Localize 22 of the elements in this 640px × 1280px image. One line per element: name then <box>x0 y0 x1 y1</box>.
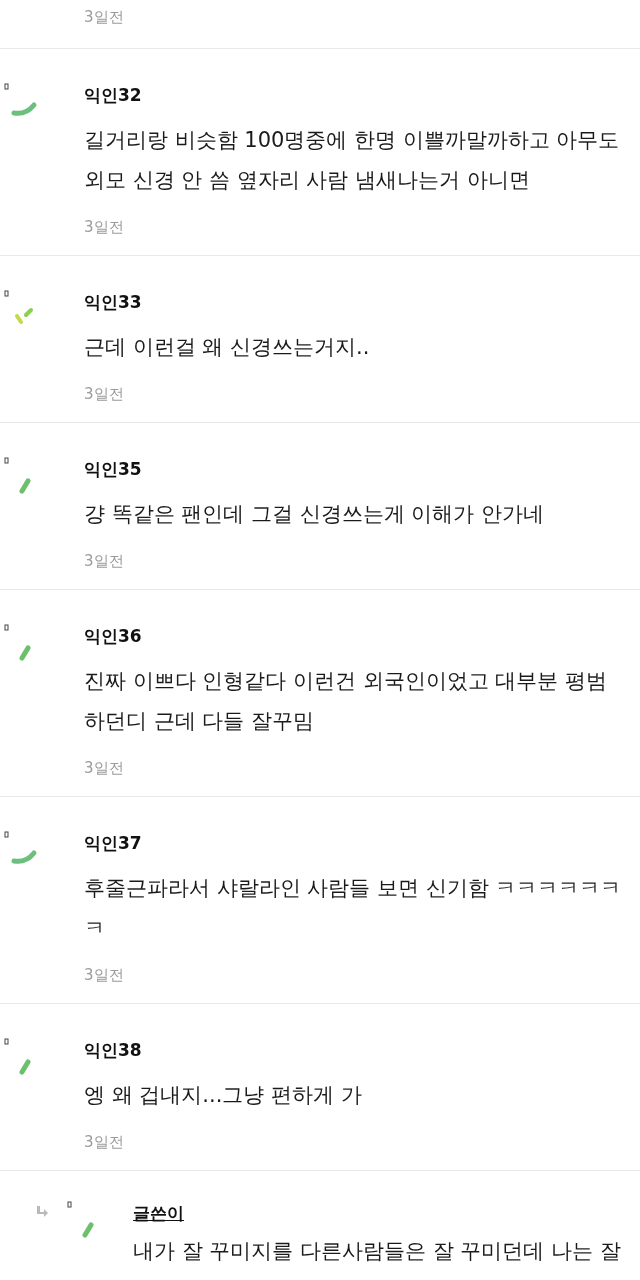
comment-time: 3일전 <box>84 551 125 572</box>
comment-time: 3일전 <box>84 1132 125 1153</box>
reply-arrow-icon <box>35 1205 49 1219</box>
comment-text: 걍 똑같은 팬인데 그걸 신경쓰는게 이해가 안가네 <box>84 501 546 528</box>
author-name: 익인36 <box>84 625 143 648</box>
author-name: 익인37 <box>84 832 143 855</box>
author-name[interactable]: 글쓴이 <box>133 1201 184 1225</box>
author-name: 익인33 <box>84 291 143 314</box>
comment-time: 3일전 <box>84 758 125 779</box>
comment-text: 길거리랑 비슷함 100명중에 한명 이쁠까말까하고 아무도 외모 신경 안 씀 옆자리 사람 냄새나는거 아니면 <box>84 127 621 194</box>
author-name: 익인38 <box>84 1039 143 1062</box>
comment-time: 3일전 <box>84 217 125 238</box>
comment-text: 내가 잘 꾸미지를 다른사람들은 잘 꾸미던데 나는 잘 <box>133 1238 622 1265</box>
comment-text: 엥 왜 겁내지...그냥 편하게 가 <box>84 1082 363 1109</box>
comment-text: 후줄근파라서 샤랄라인 사람들 보면 신기함 ㅋㅋㅋㅋㅋㅋㅋ <box>84 875 623 942</box>
comment-text: 근데 이런걸 왜 신경쓰는거지.. <box>84 334 371 361</box>
comment-time: 3일전 <box>84 7 125 28</box>
comment-time: 3일전 <box>84 384 125 405</box>
author-name: 익인35 <box>84 458 143 481</box>
comment-time: 3일전 <box>84 965 125 986</box>
author-name: 익인32 <box>84 84 143 107</box>
comment-text: 진짜 이쁘다 인형같다 이런건 외국인이었고 대부분 평범하던디 근데 다들 잘꾸밈 <box>84 668 609 735</box>
